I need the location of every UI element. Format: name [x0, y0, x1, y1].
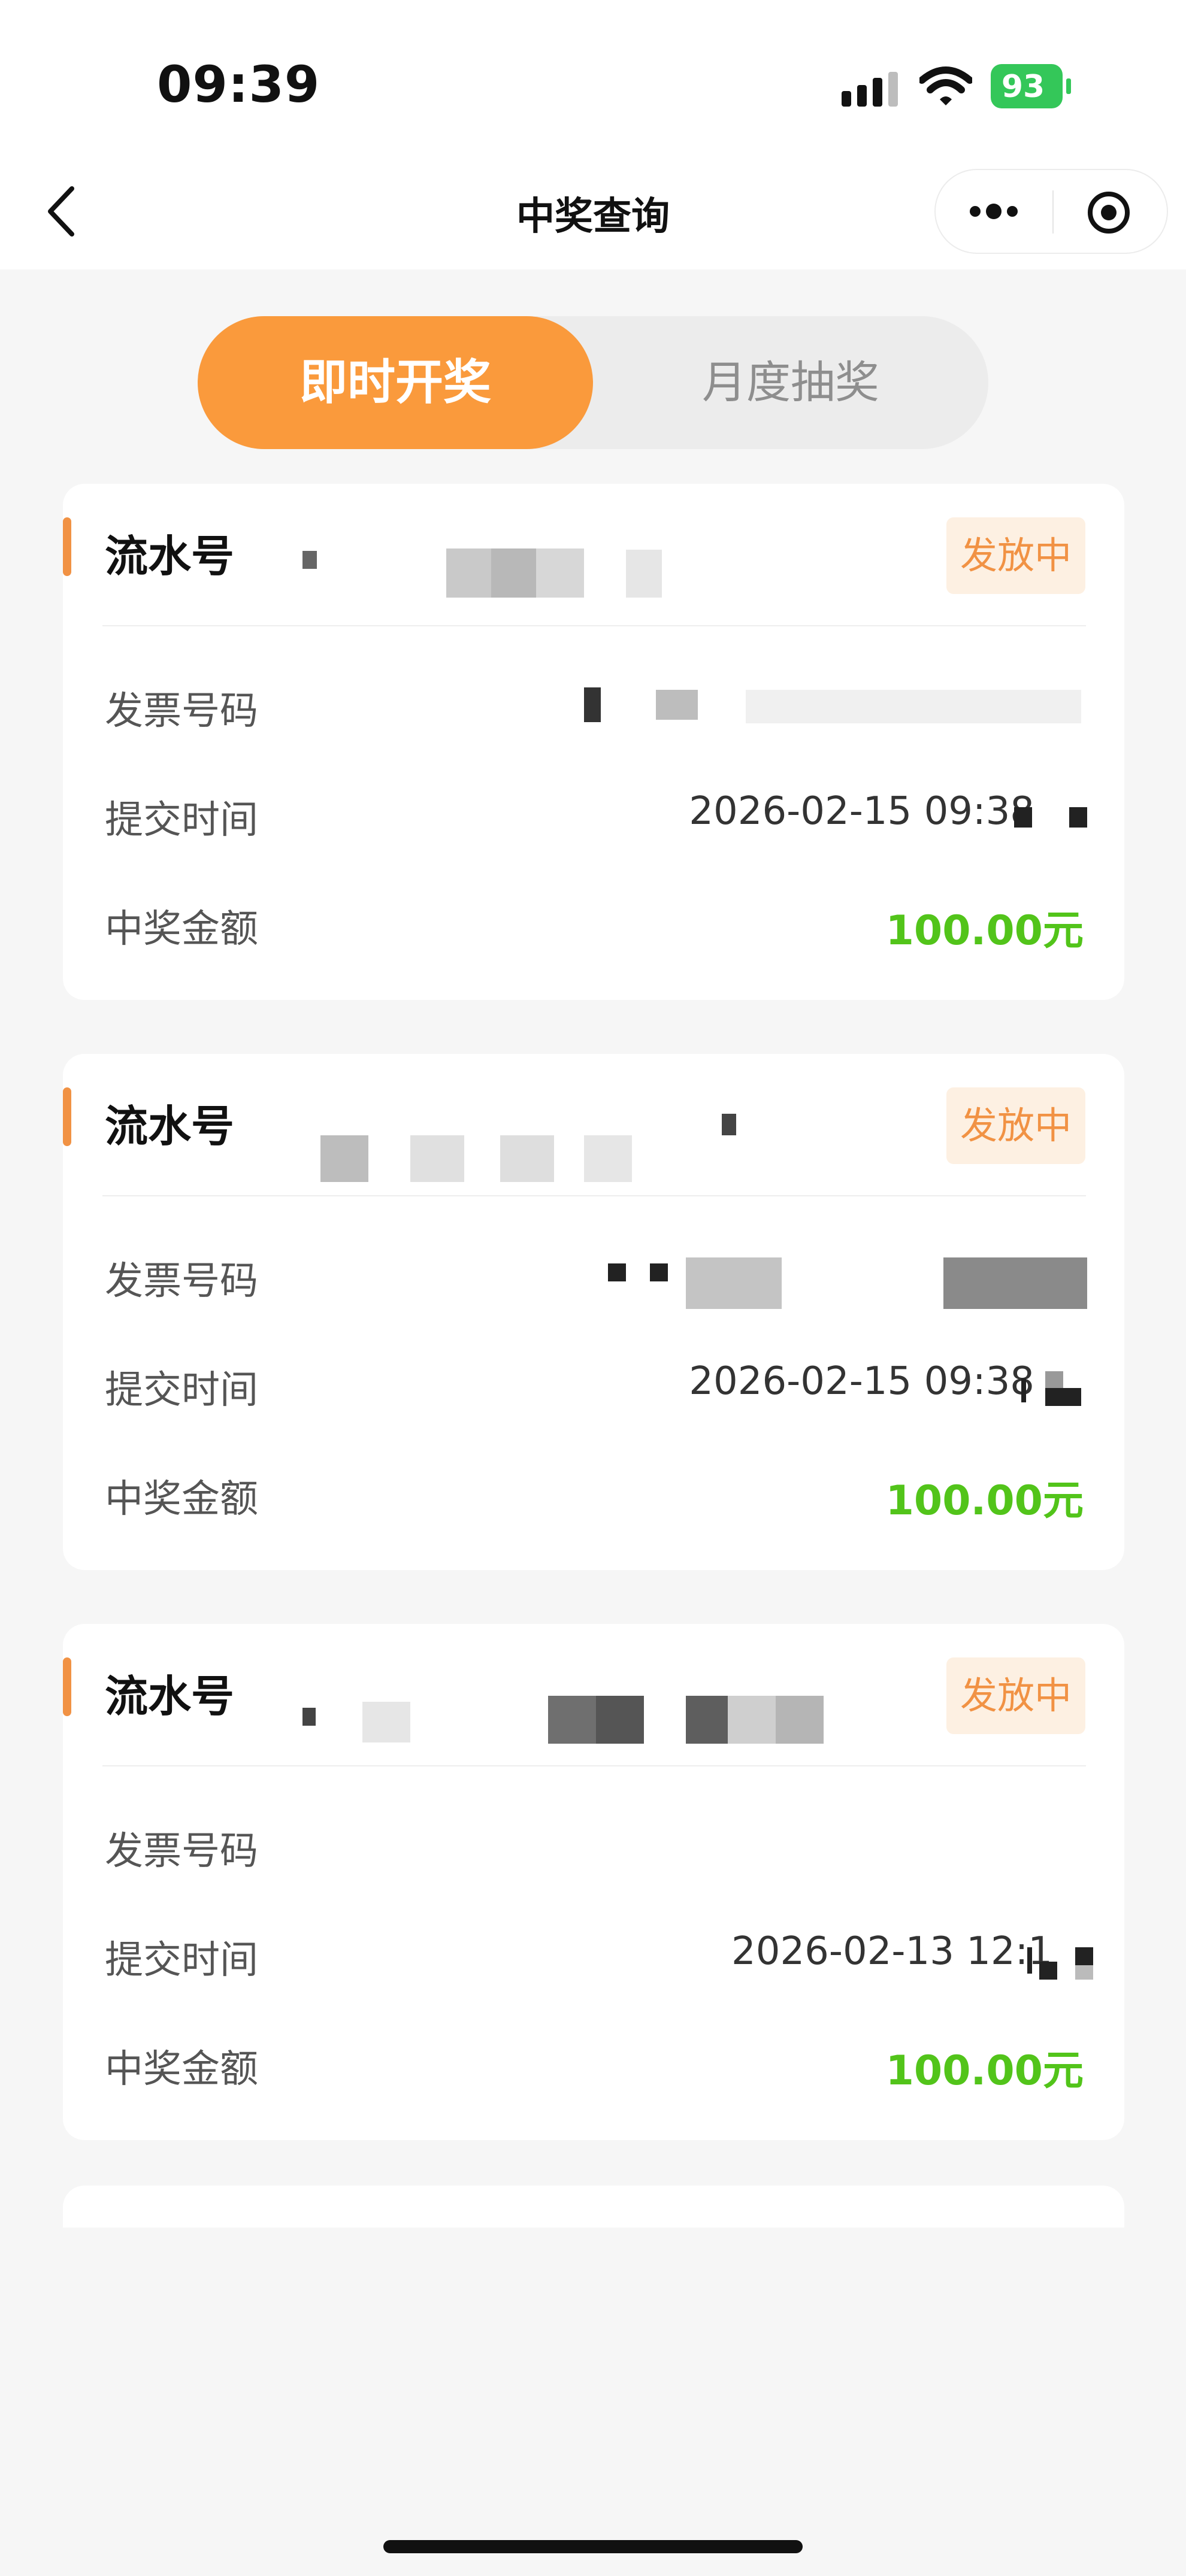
submit-time-value: 2026-02-15 09:38	[689, 1359, 1034, 1404]
card-accent-bar	[63, 517, 71, 576]
card-divider	[102, 1195, 1086, 1196]
signal-icon	[842, 72, 898, 107]
battery-cap	[1066, 78, 1071, 94]
serial-number-label: 流水号	[105, 1671, 235, 1722]
submit-time-label: 提交时间	[105, 798, 258, 842]
amount-label: 中奖金额	[105, 907, 258, 951]
amount-label: 中奖金额	[105, 1477, 258, 1522]
status-badge: 发放中	[946, 517, 1085, 594]
status-time: 09:39	[157, 55, 320, 114]
record-card[interactable]: 流水号 发放中 发票号码 提交时间 2026-02-15 09:38 中奖金额 …	[63, 484, 1124, 1000]
invoice-number-redacted	[584, 687, 1087, 729]
submit-time-redacted	[1014, 807, 1098, 831]
mini-program-capsule	[934, 169, 1168, 254]
submit-time-label: 提交时间	[105, 1938, 258, 1983]
more-icon[interactable]	[967, 196, 1021, 226]
submit-time-label: 提交时间	[105, 1368, 258, 1413]
record-card-partial	[63, 2186, 1124, 2228]
tab-monthly-draw[interactable]: 月度抽奖	[593, 316, 988, 449]
tab-switcher: 即时开奖 月度抽奖	[198, 316, 988, 449]
invoice-number-label: 发票号码	[105, 1259, 258, 1304]
target-icon[interactable]	[1087, 190, 1131, 235]
home-indicator	[383, 2540, 803, 2553]
card-divider	[102, 1765, 1086, 1766]
serial-number-redacted	[302, 544, 662, 598]
submit-time-redacted	[1027, 1941, 1099, 1983]
invoice-number-redacted	[608, 1257, 1087, 1311]
serial-number-redacted	[302, 1678, 901, 1744]
capsule-divider	[1052, 190, 1054, 234]
serial-number-label: 流水号	[105, 1101, 235, 1151]
card-accent-bar	[63, 1087, 71, 1146]
wifi-icon	[919, 66, 972, 105]
record-card[interactable]: 流水号 发放中 发票号码 提交时间 2026-02-15 09:38 中奖金额 …	[63, 1054, 1124, 1570]
amount-label: 中奖金额	[105, 2047, 258, 2092]
submit-time-redacted	[1021, 1371, 1099, 1407]
top-bar: 09:39 93 中奖查询	[0, 0, 1186, 269]
amount-value: 100.00元	[885, 2047, 1084, 2095]
status-badge: 发放中	[946, 1087, 1085, 1164]
card-divider	[102, 625, 1086, 626]
submit-time-value: 2026-02-13 12:1	[731, 1929, 1052, 1974]
invoice-number-label: 发票号码	[105, 1829, 258, 1874]
tab-instant-draw[interactable]: 即时开奖	[198, 316, 593, 449]
record-card[interactable]: 流水号 发放中 发票号码 提交时间 2026-02-13 12:1 中奖金额 1…	[63, 1624, 1124, 2140]
serial-number-redacted	[302, 1114, 736, 1182]
status-badge: 发放中	[946, 1657, 1085, 1734]
amount-value: 100.00元	[885, 907, 1084, 954]
battery-level: 93	[1001, 69, 1045, 105]
battery-icon: 93	[991, 64, 1071, 108]
card-accent-bar	[63, 1657, 71, 1716]
invoice-number-label: 发票号码	[105, 689, 258, 734]
serial-number-label: 流水号	[105, 531, 235, 581]
amount-value: 100.00元	[885, 1477, 1084, 1525]
submit-time-value: 2026-02-15 09:38	[689, 789, 1034, 834]
